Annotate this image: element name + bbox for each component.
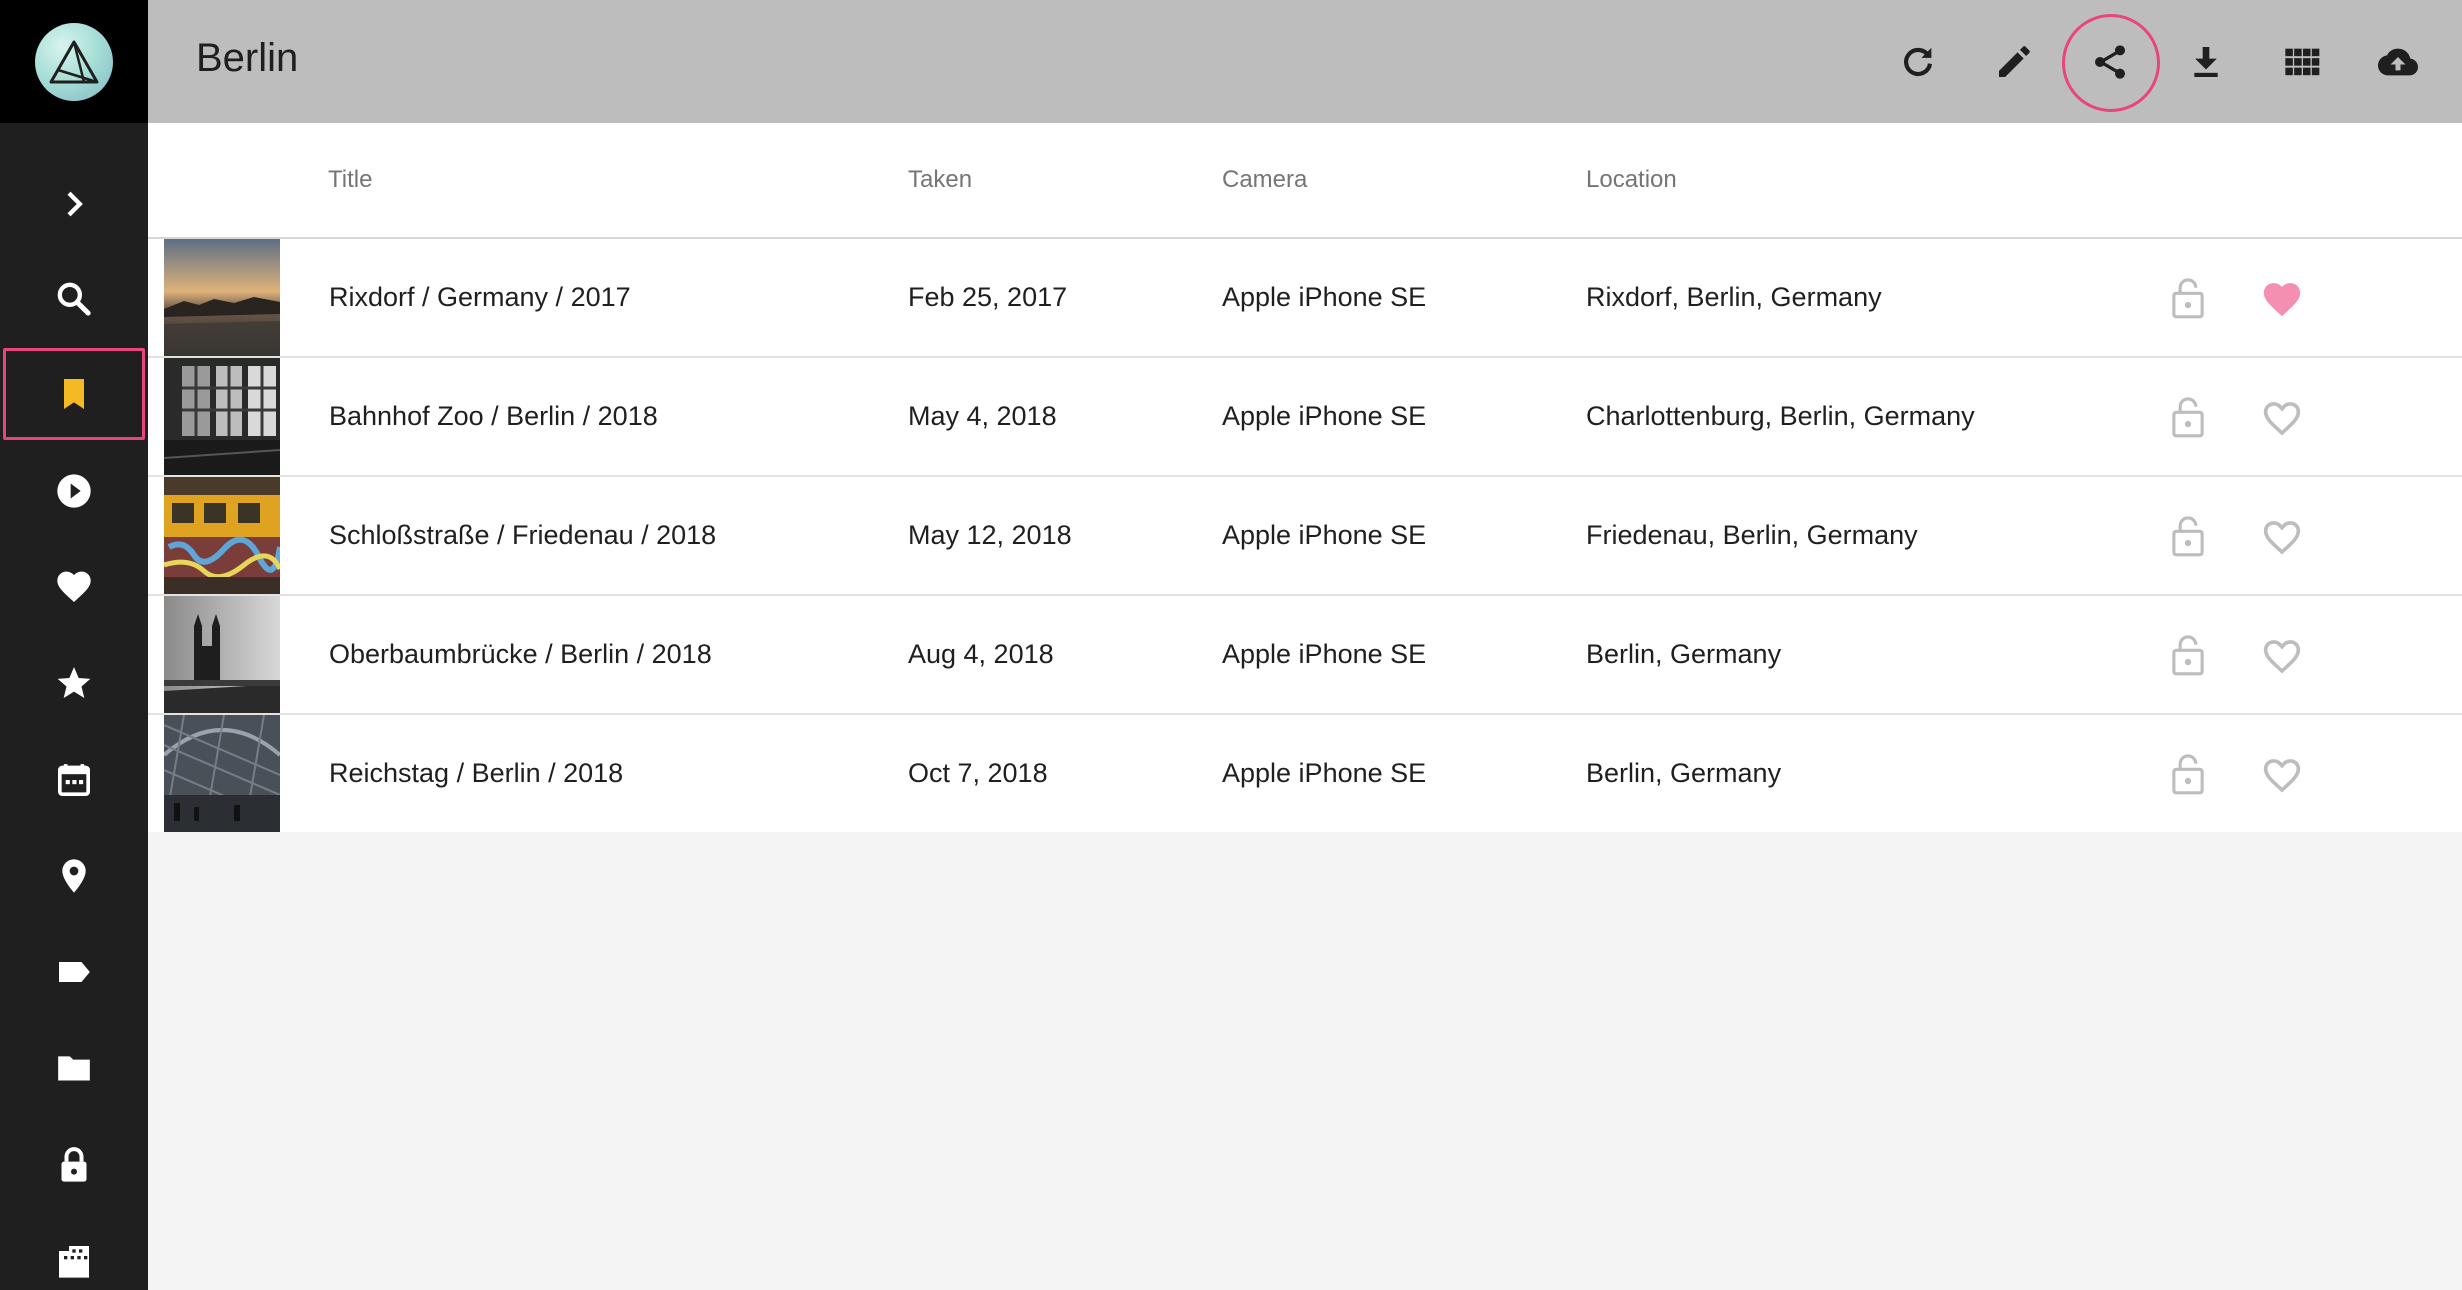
logo-badge <box>35 22 113 101</box>
table-header: Title Taken Camera Location <box>148 123 2462 239</box>
sidebar-item-moments[interactable] <box>0 635 148 731</box>
photo-location[interactable]: Berlin, Germany <box>1586 715 1781 832</box>
column-header-taken[interactable]: Taken <box>908 123 972 237</box>
film-icon <box>59 1246 89 1278</box>
private-toggle-button[interactable] <box>2158 268 2218 328</box>
photo-taken-date: May 12, 2018 <box>908 520 1072 550</box>
sidebar-item-folders[interactable] <box>0 1020 148 1116</box>
reload-button[interactable] <box>1870 14 1966 110</box>
page-title: Berlin <box>196 36 299 80</box>
lock-open-icon <box>2172 278 2204 319</box>
photo-camera: Apple iPhone SE <box>1222 401 1427 431</box>
table-row[interactable]: Reichstag / Berlin / 2018 Oct 7, 2018 Ap… <box>148 715 2462 832</box>
sidebar-item-library[interactable] <box>0 1213 148 1290</box>
edit-button[interactable] <box>1966 14 2062 110</box>
pencil-icon <box>1999 46 2030 77</box>
private-toggle-button[interactable] <box>2158 506 2218 566</box>
sidebar-item-calendar[interactable] <box>0 732 148 828</box>
refresh-icon <box>1904 47 1933 77</box>
photo-title[interactable]: Bahnhof Zoo / Berlin / 2018 <box>329 358 658 475</box>
heart-outline-icon <box>2263 640 2301 674</box>
sidebar-item-albums[interactable] <box>0 346 148 442</box>
sidebar-item-labels[interactable] <box>0 924 148 1020</box>
private-toggle-button[interactable] <box>2158 387 2218 447</box>
photo-thumbnail[interactable] <box>164 358 280 475</box>
heart-outline-icon <box>2263 521 2301 555</box>
heart-outline-icon <box>2263 402 2301 436</box>
sidebar-expand-button[interactable] <box>0 156 148 252</box>
favorite-toggle-button[interactable] <box>2252 744 2312 804</box>
heart-filled-icon <box>2263 283 2301 317</box>
sidebar-navigation <box>0 0 148 1290</box>
table-row[interactable]: Schloßstraße / Friedenau / 2018 May 12, … <box>148 477 2462 596</box>
photo-list-table: Title Taken Camera Location Rixdorf / Ge… <box>148 123 2462 832</box>
photo-thumbnail[interactable] <box>164 477 280 594</box>
photo-location[interactable]: Charlottenburg, Berlin, Germany <box>1586 358 1975 475</box>
triangle-logo-icon <box>49 40 99 83</box>
top-toolbar: Berlin <box>148 0 2462 123</box>
photo-camera: Apple iPhone SE <box>1222 639 1427 669</box>
photo-title[interactable]: Schloßstraße / Friedenau / 2018 <box>329 477 716 594</box>
heart-icon <box>57 571 91 602</box>
search-icon <box>57 282 91 316</box>
lock-open-icon <box>2172 397 2204 438</box>
private-toggle-button[interactable] <box>2158 744 2218 804</box>
photo-title[interactable]: Rixdorf / Germany / 2017 <box>329 239 631 356</box>
photo-title[interactable]: Oberbaumbrücke / Berlin / 2018 <box>329 596 712 713</box>
photo-thumbnail[interactable] <box>164 715 280 832</box>
photo-taken-date: Oct 7, 2018 <box>908 758 1048 788</box>
calendar-icon <box>58 764 90 796</box>
column-header-location[interactable]: Location <box>1586 123 1677 237</box>
share-button[interactable] <box>2062 14 2160 112</box>
label-icon <box>59 962 90 982</box>
photo-location[interactable]: Berlin, Germany <box>1586 596 1781 713</box>
photo-taken-date: Feb 25, 2017 <box>908 282 1068 312</box>
app-logo[interactable] <box>0 0 148 123</box>
private-toggle-button[interactable] <box>2158 625 2218 685</box>
photo-camera: Apple iPhone SE <box>1222 520 1427 550</box>
table-row[interactable]: Bahnhof Zoo / Berlin / 2018 May 4, 2018 … <box>148 358 2462 477</box>
table-row[interactable]: Rixdorf / Germany / 2017 Feb 25, 2017 Ap… <box>148 239 2462 358</box>
photo-taken-date: Aug 4, 2018 <box>908 639 1054 669</box>
download-icon <box>2194 47 2218 77</box>
lock-icon <box>61 1147 87 1182</box>
table-row[interactable]: Oberbaumbrücke / Berlin / 2018 Aug 4, 20… <box>148 596 2462 715</box>
view-toggle-button[interactable] <box>2254 14 2350 110</box>
photo-title[interactable]: Reichstag / Berlin / 2018 <box>329 715 623 832</box>
sidebar-item-search[interactable] <box>0 251 148 347</box>
favorite-toggle-button[interactable] <box>2252 506 2312 566</box>
favorite-toggle-button[interactable] <box>2252 387 2312 447</box>
map-pin-icon <box>62 859 86 893</box>
play-circle-icon <box>57 474 91 508</box>
sidebar-item-favorites[interactable] <box>0 539 148 635</box>
photo-taken-date: May 4, 2018 <box>908 401 1057 431</box>
share-icon <box>2095 45 2125 79</box>
lock-open-icon <box>2172 635 2204 676</box>
column-header-title[interactable]: Title <box>328 123 372 237</box>
grid-view-icon <box>2285 48 2320 76</box>
star-icon <box>57 667 91 698</box>
upload-button[interactable] <box>2350 14 2446 110</box>
folder-icon <box>58 1056 90 1081</box>
lock-open-icon <box>2172 754 2204 795</box>
cloud-upload-icon <box>2378 48 2418 76</box>
download-button[interactable] <box>2158 14 2254 110</box>
photo-thumbnail[interactable] <box>164 596 280 713</box>
lock-open-icon <box>2172 516 2204 557</box>
photo-camera: Apple iPhone SE <box>1222 758 1427 788</box>
chevron-right-icon <box>67 191 83 217</box>
photo-camera: Apple iPhone SE <box>1222 282 1427 312</box>
sidebar-item-videos[interactable] <box>0 443 148 539</box>
bookmark-icon <box>64 379 84 409</box>
photo-location[interactable]: Friedenau, Berlin, Germany <box>1586 477 1918 594</box>
column-header-camera[interactable]: Camera <box>1222 123 1307 237</box>
favorite-toggle-button[interactable] <box>2252 268 2312 328</box>
favorite-toggle-button[interactable] <box>2252 625 2312 685</box>
photo-thumbnail[interactable] <box>164 239 280 356</box>
heart-outline-icon <box>2263 759 2301 793</box>
sidebar-item-private[interactable] <box>0 1117 148 1213</box>
photo-location[interactable]: Rixdorf, Berlin, Germany <box>1586 239 1882 356</box>
sidebar-item-places[interactable] <box>0 828 148 924</box>
